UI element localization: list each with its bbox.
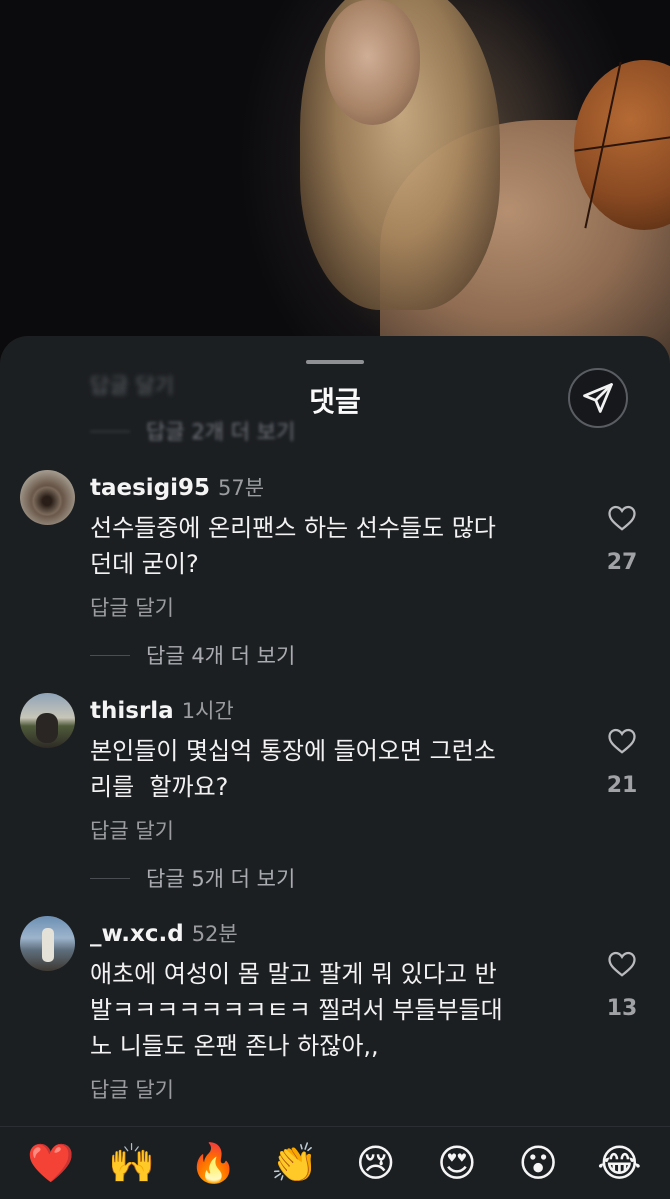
avatar-photo xyxy=(42,928,54,962)
comment-time: 1시간 xyxy=(181,699,234,723)
view-more-replies-label: 답글 4개 더 보기 xyxy=(146,644,296,668)
send-icon xyxy=(583,383,613,413)
comment-text: 선수들중에 온리팬스 하는 선수들도 많다 던데 굳이? xyxy=(90,514,496,578)
like-count: 27 xyxy=(606,550,638,575)
heart-eyes-emoji-button[interactable]: 😍 xyxy=(427,1144,487,1182)
comment-time: 57분 xyxy=(218,476,265,500)
like-count: 21 xyxy=(606,773,638,798)
clapping-hands-emoji-button[interactable]: 👏 xyxy=(264,1144,324,1182)
share-button[interactable] xyxy=(568,368,628,428)
view-more-replies-button[interactable]: 답글 5개 더 보기 xyxy=(90,863,295,893)
comment-text: 본인들이 몇십억 통장에 들어오면 그런소 리를 할까요? xyxy=(90,737,496,801)
comment-username[interactable]: taesigi95 xyxy=(90,475,210,501)
divider-line xyxy=(90,654,130,656)
like-count: 13 xyxy=(606,996,638,1021)
comment-header: _w.xc.d 52분 xyxy=(90,918,238,948)
like-button[interactable] xyxy=(604,727,640,759)
avatar[interactable] xyxy=(20,916,75,971)
tears-of-joy-emoji-button[interactable]: 😂 xyxy=(589,1144,649,1182)
heart-icon xyxy=(608,505,636,531)
raising-hands-emoji-button[interactable]: 🙌 xyxy=(102,1144,162,1182)
comment-header: taesigi95 57분 xyxy=(90,472,264,502)
red-heart-emoji-button[interactable]: ❤️ xyxy=(21,1144,81,1182)
comment-time: 52분 xyxy=(191,922,238,946)
comments-sheet: 답글 달기 답글 2개 더 보기 댓글 taesigi95 57분 선수들중에 … xyxy=(0,336,670,1126)
sheet-drag-handle[interactable] xyxy=(306,360,364,364)
fire-emoji-button[interactable]: 🔥 xyxy=(183,1144,243,1182)
avatar-photo xyxy=(30,486,64,516)
like-button[interactable] xyxy=(604,504,640,536)
comment-header: thisrla 1시간 xyxy=(90,695,234,725)
reply-button[interactable]: 답글 달기 xyxy=(90,1074,174,1104)
surprised-face-emoji-button[interactable]: 😮 xyxy=(508,1144,568,1182)
scroll-fade xyxy=(0,1106,670,1126)
view-more-replies-button[interactable]: 답글 4개 더 보기 xyxy=(90,640,295,670)
faded-more-replies-label: 답글 2개 더 보기 xyxy=(146,420,296,444)
comment-text: 애초에 여성이 몸 말고 팔게 뭐 있다고 반 발ㅋㅋㅋㅋㅋㅋㅋㅌㅋ 찔려서 부… xyxy=(90,960,503,1060)
reply-button[interactable]: 답글 달기 xyxy=(90,592,174,622)
divider-line xyxy=(90,430,130,432)
comment-username[interactable]: _w.xc.d xyxy=(90,921,184,947)
view-more-replies-label: 답글 5개 더 보기 xyxy=(146,867,296,891)
divider-line xyxy=(90,877,130,879)
heart-icon xyxy=(608,728,636,754)
avatar[interactable] xyxy=(20,470,75,525)
photo-face xyxy=(325,0,420,125)
faded-more-replies: 답글 2개 더 보기 xyxy=(90,416,295,446)
post-photo xyxy=(0,0,670,380)
like-button[interactable] xyxy=(604,950,640,982)
comment-username[interactable]: thisrla xyxy=(90,698,174,724)
crying-face-emoji-button[interactable]: 😢 xyxy=(346,1144,406,1182)
avatar-photo xyxy=(36,713,58,743)
avatar[interactable] xyxy=(20,693,75,748)
basketball-image xyxy=(574,60,670,230)
reply-button[interactable]: 답글 달기 xyxy=(90,815,174,845)
emoji-reaction-bar: ❤️ 🙌 🔥 👏 😢 😍 😮 😂 xyxy=(0,1126,670,1199)
heart-icon xyxy=(608,951,636,977)
